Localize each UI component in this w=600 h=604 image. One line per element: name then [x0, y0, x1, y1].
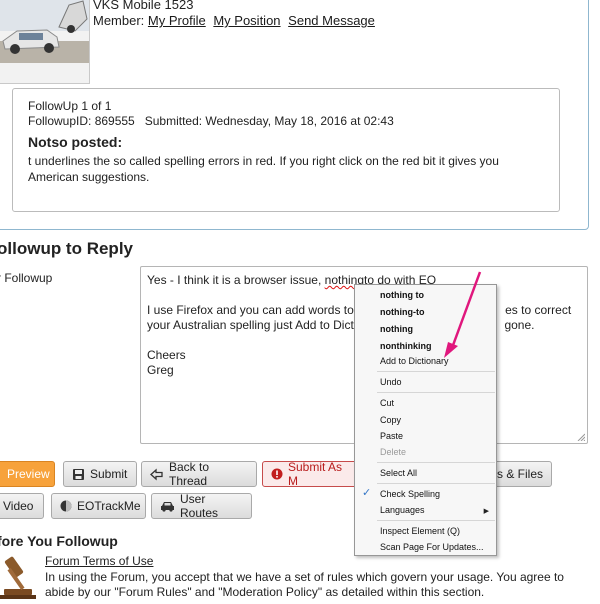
menu-separator [377, 392, 495, 393]
send-message-link[interactable]: Send Message [288, 13, 375, 28]
menu-separator [377, 462, 495, 463]
menu-suggestion[interactable]: nothing [380, 321, 413, 337]
car-icon [161, 502, 174, 512]
back-to-thread-label: Back to Thread [169, 460, 210, 488]
arrow-icon [150, 468, 163, 480]
eotrackme-label: EOTrackMe [77, 499, 141, 513]
submit-as-label: Submit As M [288, 461, 343, 487]
reply-text: your Australian spelling just Add to Dic… [147, 318, 357, 332]
member-links: Member: My Profile My Position Send Mess… [93, 13, 379, 28]
checkmark-icon: ✓ [362, 487, 372, 499]
before-heading: fore You Followup [0, 533, 118, 549]
menu-delete: Delete [380, 447, 407, 457]
reply-text: I use Firefox and you can add words to [147, 303, 358, 317]
back-to-thread-button[interactable]: Back to Thread [141, 460, 257, 488]
menu-separator [377, 371, 495, 372]
menu-scan-page[interactable]: Scan Page For Updates... [380, 539, 484, 555]
my-position-link[interactable]: My Position [213, 13, 280, 28]
menu-check-spelling[interactable]: Check Spelling [380, 486, 440, 502]
context-menu: nothing to nothing-to nothing nonthinkin… [354, 284, 497, 556]
menu-select-all[interactable]: Select All [380, 465, 417, 481]
eotrackme-icon [60, 500, 72, 512]
menu-add-to-dictionary[interactable]: Add to Dictionary [380, 353, 449, 369]
submit-button[interactable]: Submit [63, 461, 137, 487]
terms-line: In using the Forum, you accept that we h… [45, 570, 564, 584]
menu-suggestion[interactable]: nothing to [380, 287, 424, 303]
forum-terms-link[interactable]: Forum Terms of Use [45, 554, 153, 568]
followup-body: t underlines the so called spelling erro… [28, 153, 544, 185]
member-label: Member: [93, 13, 145, 28]
video-button[interactable]: Video [0, 493, 44, 519]
menu-cut[interactable]: Cut [380, 395, 394, 411]
menu-suggestion[interactable]: nothing-to [380, 304, 424, 320]
menu-languages[interactable]: Languages [380, 502, 425, 518]
resize-grip-icon[interactable] [577, 433, 585, 441]
submenu-arrow-icon: ▶ [483, 508, 489, 515]
followup-id: FollowupID: 869555 Submitted: Wednesday,… [28, 114, 394, 128]
user-routes-label: User Routes [180, 492, 219, 520]
gavel-icon [0, 553, 38, 599]
terms-text: In using the Forum, you accept that we h… [45, 570, 585, 600]
menu-copy[interactable]: Copy [380, 412, 401, 428]
followup-card: FollowUp 1 of 1 FollowupID: 869555 Submi… [12, 88, 560, 212]
terms-line: abide by our "Forum Rules" and "Moderati… [45, 585, 485, 599]
preview-label: Preview [7, 467, 50, 481]
menu-undo[interactable]: Undo [380, 374, 402, 390]
reply-text: Yes - I think it is a browser issue, [147, 273, 325, 287]
video-label: Video [3, 499, 34, 513]
followup-body-line: t underlines the so called spelling erro… [28, 154, 499, 168]
submit-label: Submit [90, 467, 128, 481]
menu-suggestion[interactable]: nonthinking [380, 338, 432, 354]
menu-separator [377, 483, 495, 484]
my-profile-link[interactable]: My Profile [148, 13, 206, 28]
reply-text: gone. [504, 318, 535, 332]
files-label: es & Files [490, 467, 543, 481]
reply-heading: ollowup to Reply [0, 239, 133, 258]
eotrackme-button[interactable]: EOTrackMe [51, 493, 146, 519]
submit-as-button[interactable]: Submit As M [262, 461, 362, 487]
your-followup-label: r Followup [0, 271, 53, 285]
followup-body-line: American suggestions. [28, 170, 150, 184]
followup-author: Notso posted: [28, 134, 123, 150]
user-routes-button[interactable]: User Routes [151, 492, 252, 520]
reply-text: es to correct [505, 303, 572, 317]
followup-count: FollowUp 1 of 1 [28, 99, 112, 113]
username: VKS Mobile 1523 [93, 0, 194, 12]
menu-paste[interactable]: Paste [380, 428, 403, 444]
avatar[interactable] [0, 0, 90, 84]
menu-separator [377, 520, 495, 521]
menu-inspect-element[interactable]: Inspect Element (Q) [380, 523, 460, 539]
preview-button[interactable]: Preview [0, 461, 55, 487]
save-icon [73, 468, 84, 480]
exclamation-icon [271, 468, 283, 480]
